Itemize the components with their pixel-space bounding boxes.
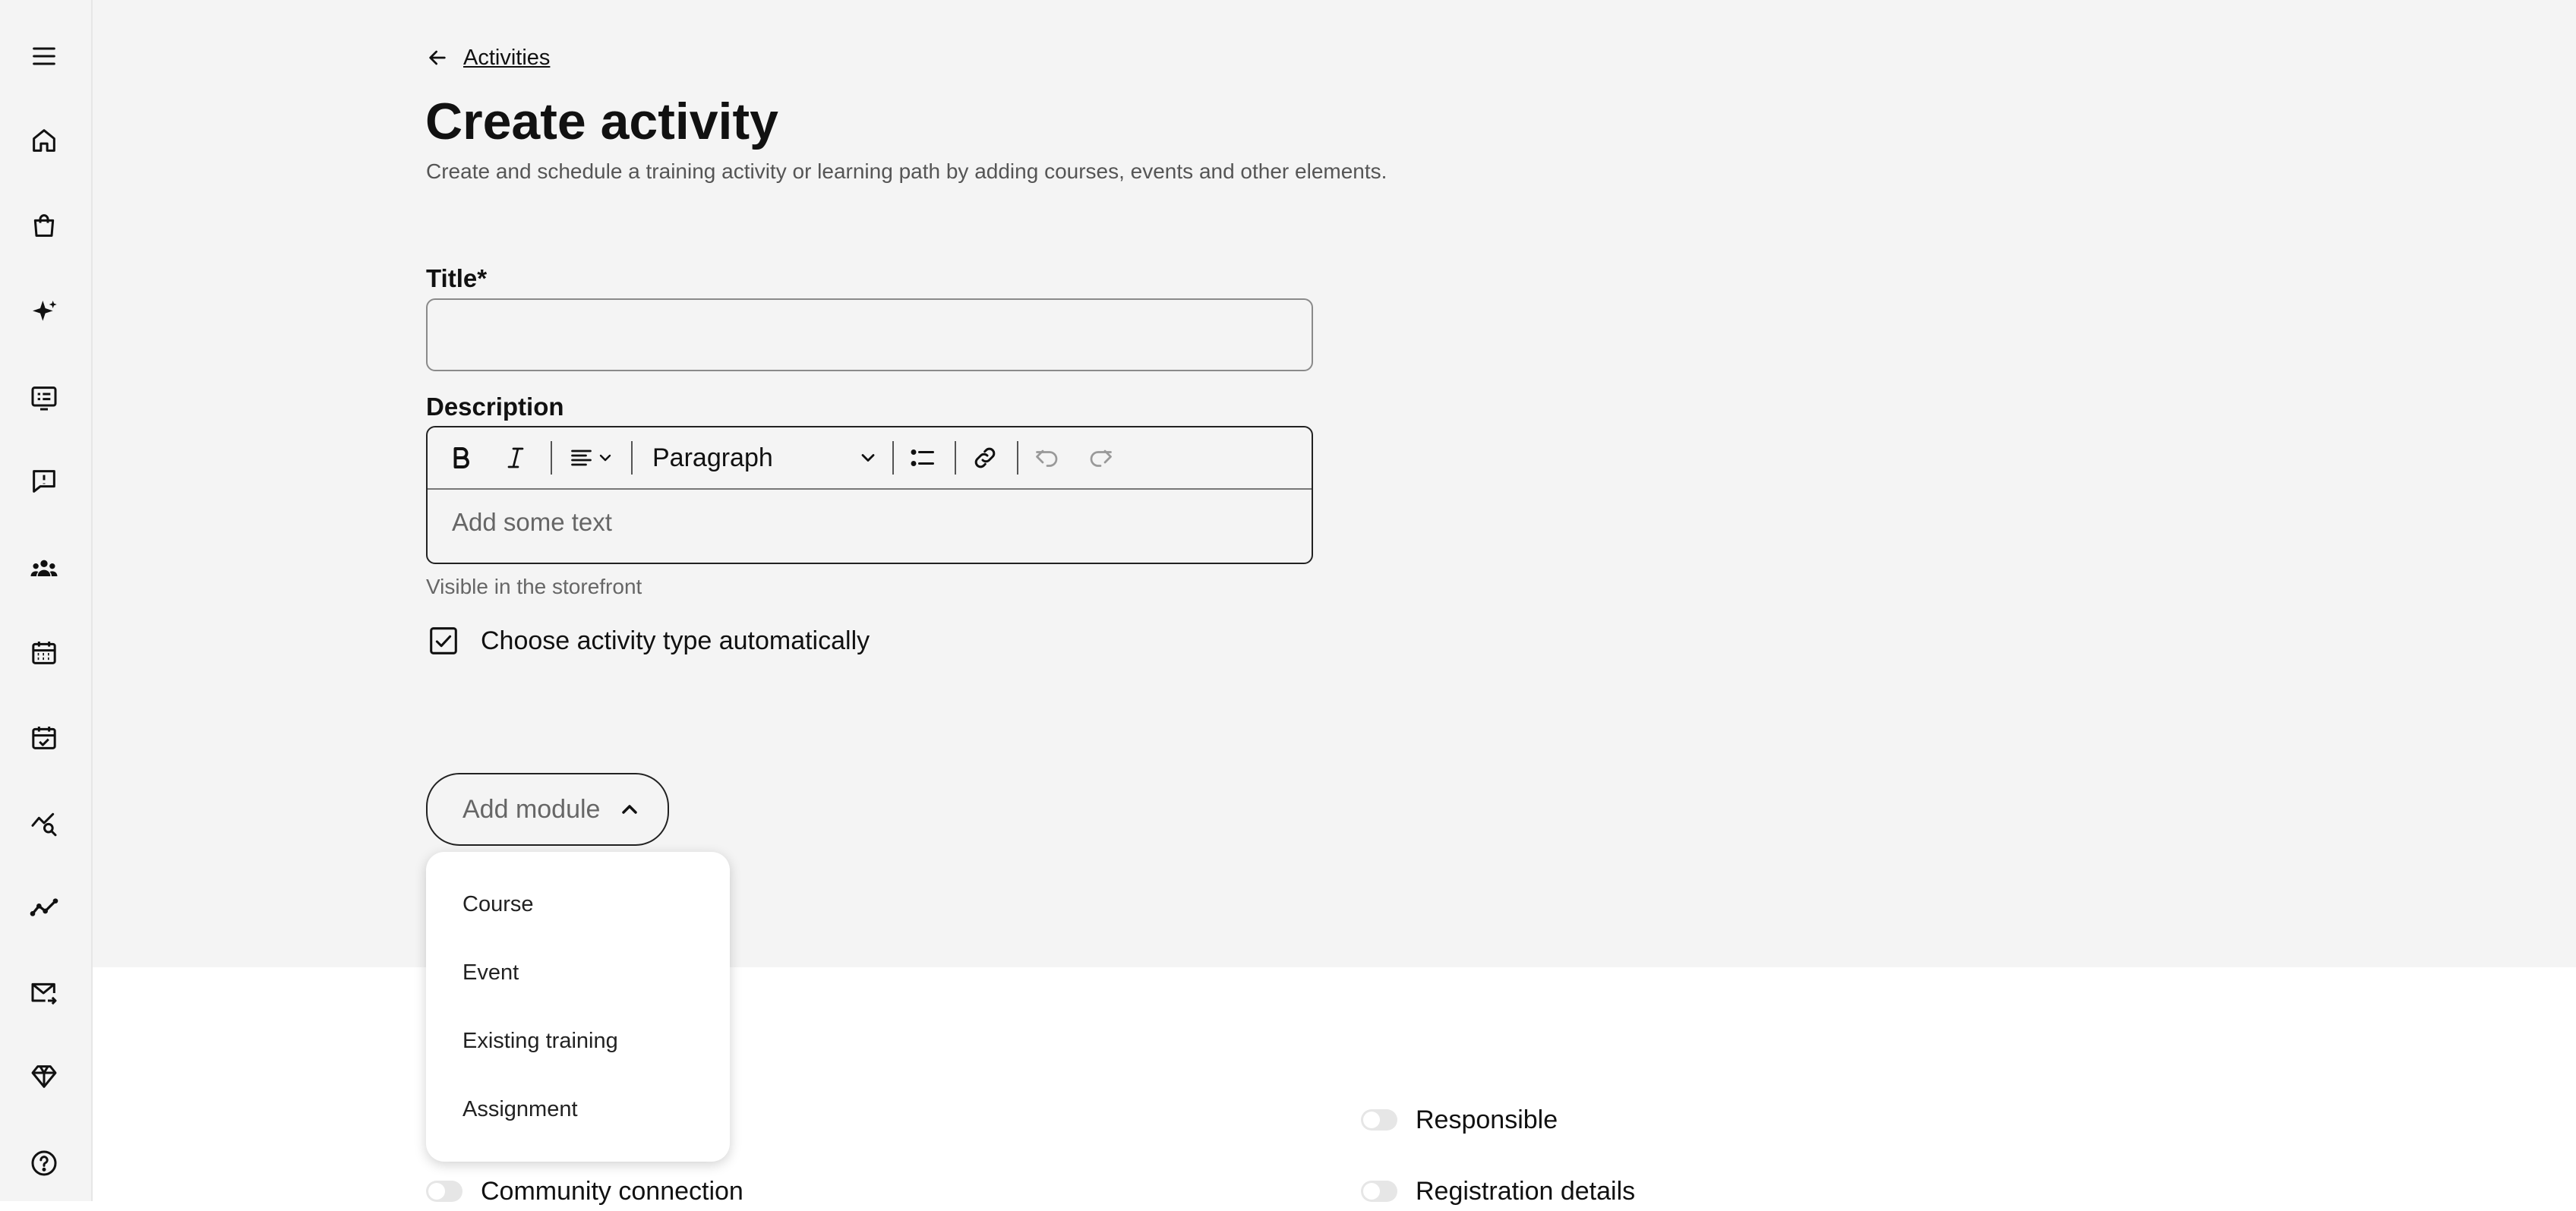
title-label: Title* [426,264,487,293]
checkbox-checked-icon [430,627,457,654]
community-connection-toggle[interactable]: Community connection [426,1172,743,1211]
toolbar-separator [892,441,894,475]
registration-details-toggle-label: Registration details [1416,1176,1636,1206]
toolbar-separator [551,441,552,475]
toolbar-separator [955,441,956,475]
add-module-label: Add module [462,794,601,824]
toolbar-separator [1017,441,1018,475]
undo-icon[interactable] [1032,443,1062,473]
responsible-toggle-label: Responsible [1416,1105,1558,1134]
registration-details-toggle[interactable]: Registration details [1361,1172,1635,1211]
paragraph-style-value: Paragraph [652,443,773,472]
menu-item-label: Event [462,960,519,985]
title-label-text: Title [426,264,478,292]
shopping-bag-icon[interactable] [27,209,61,242]
required-mark: * [477,264,488,292]
toggle-switch[interactable] [1361,1109,1397,1131]
responsible-toggle[interactable]: Responsible [1361,1100,1558,1140]
sparkles-icon[interactable] [27,295,61,329]
analytics-search-icon[interactable] [27,806,61,840]
paragraph-style-select[interactable]: Paragraph [652,438,888,478]
feedback-icon[interactable] [27,465,61,498]
help-icon[interactable] [27,1146,61,1180]
mail-forward-icon[interactable] [27,976,61,1010]
course-list-icon[interactable] [27,381,61,415]
home-icon[interactable] [27,124,61,157]
back-link-label: Activities [463,45,551,70]
page-title: Create activity [425,93,778,150]
toggle-switch[interactable] [1361,1181,1397,1202]
toggle-switch[interactable] [426,1181,462,1202]
redo-icon[interactable] [1085,443,1116,473]
description-helper-text: Visible in the storefront [426,575,642,598]
chevron-down-icon [599,454,611,462]
menu-icon[interactable] [27,39,61,73]
community-connection-toggle-label: Community connection [481,1176,743,1206]
users-icon[interactable] [27,552,61,585]
add-module-menu: Course Event Existing training Assignmen… [426,852,730,1162]
auto-activity-type-checkbox[interactable]: Choose activity type automatically [426,620,870,662]
toolbar-separator [631,441,633,475]
arrow-left-icon [429,50,446,65]
sidebar [0,0,93,1201]
chevron-up-icon [622,805,637,814]
menu-item-course[interactable]: Course [426,870,730,938]
trend-line-icon[interactable] [27,891,61,924]
menu-item-label: Existing training [462,1028,618,1053]
page-subtitle: Create and schedule a training activity … [426,159,1387,183]
bold-icon[interactable] [446,443,476,473]
link-icon[interactable] [970,443,1000,473]
calendar-icon[interactable] [27,636,61,670]
italic-icon[interactable] [500,443,531,473]
menu-item-assignment[interactable]: Assignment [426,1075,730,1143]
auto-activity-type-label: Choose activity type automatically [481,626,870,655]
chevron-down-icon [861,454,875,462]
diamond-icon[interactable] [27,1060,61,1093]
back-to-activities-link[interactable]: Activities [425,41,550,74]
title-input[interactable] [426,298,1313,371]
menu-item-existing-training[interactable]: Existing training [426,1007,730,1075]
menu-item-label: Course [462,891,534,916]
menu-item-label: Assignment [462,1096,578,1121]
description-editor: Paragraph Add some text [426,426,1313,564]
align-icon[interactable] [561,443,622,473]
menu-item-event[interactable]: Event [426,938,730,1007]
add-module-button[interactable]: Add module [426,773,669,846]
description-text-area[interactable]: Add some text [452,508,612,537]
bullet-list-icon[interactable] [908,443,938,473]
editor-toolbar: Paragraph [428,427,1312,490]
calendar-check-icon[interactable] [27,721,61,755]
description-label: Description [426,393,564,421]
